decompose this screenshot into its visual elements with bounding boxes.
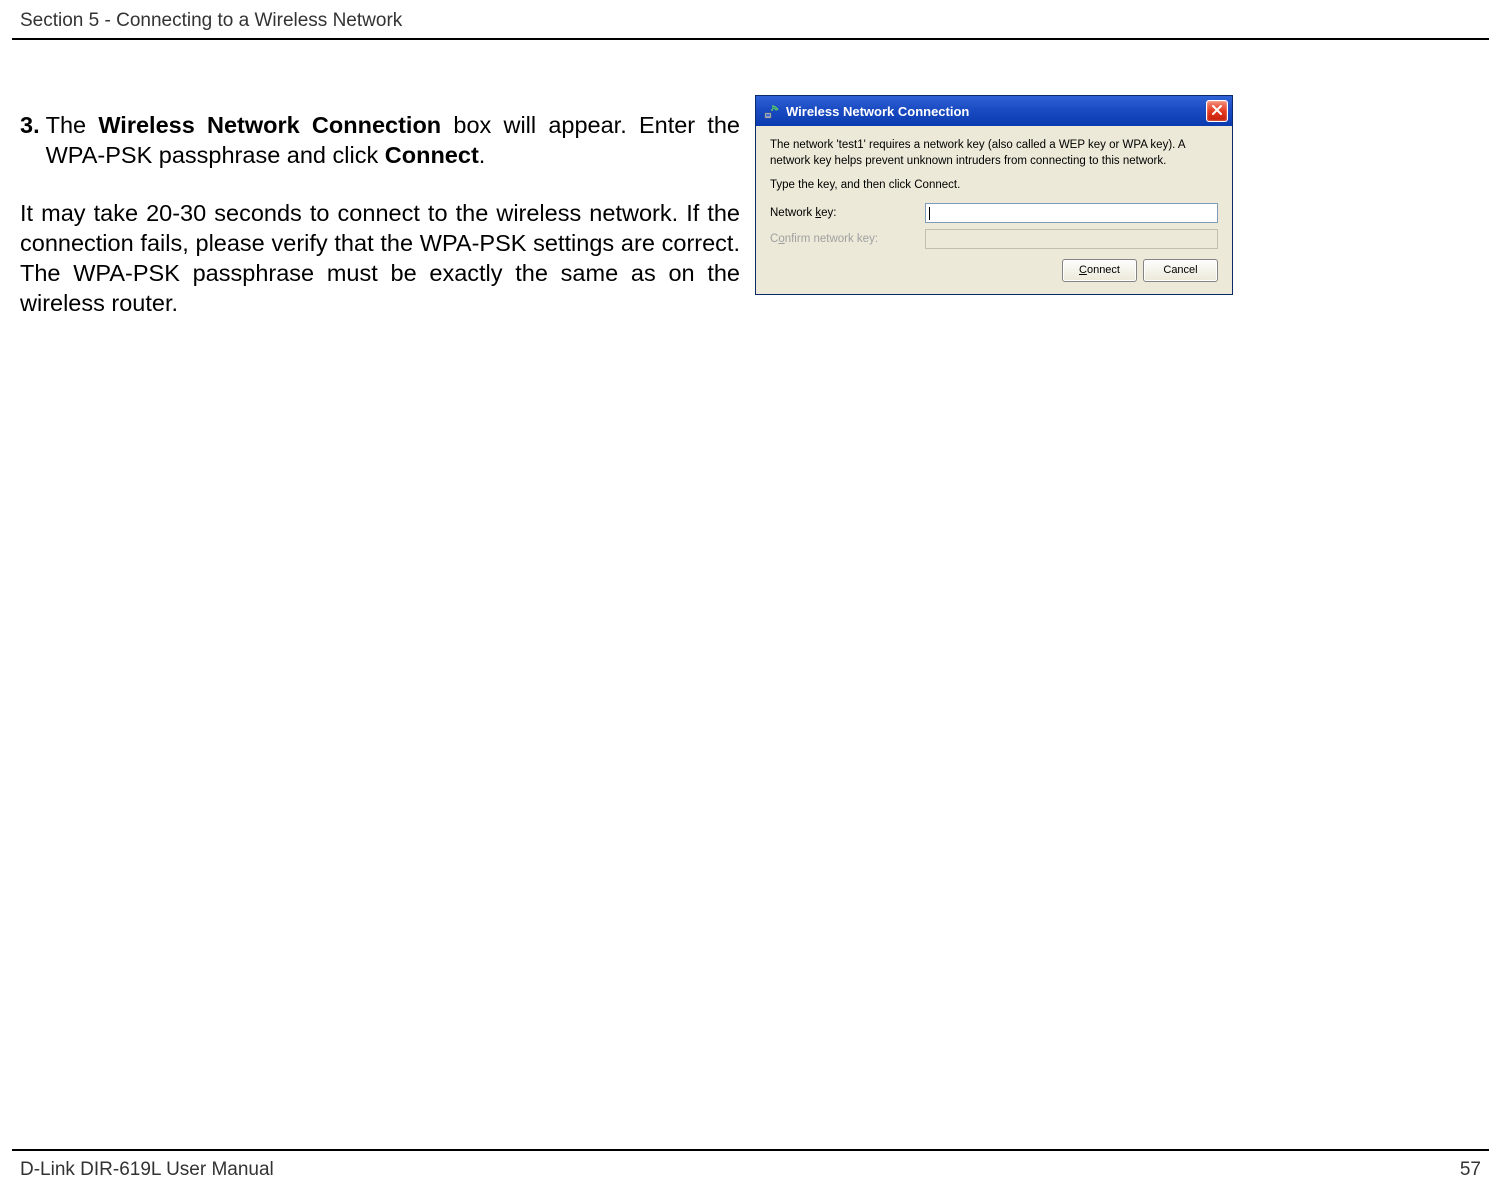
network-key-label: Network key: (770, 207, 925, 219)
confirm-key-label: Confirm network key: (770, 233, 925, 245)
label-pre: Network (770, 207, 815, 219)
page-footer: D-Link DIR-619L User Manual 57 (20, 1159, 1481, 1181)
footer-divider (12, 1149, 1489, 1151)
step-text-post: . (479, 142, 486, 168)
section-title: Section 5 - Connecting to a Wireless Net… (20, 10, 402, 31)
dialog-message-1: The network 'test1' requires a network k… (770, 138, 1218, 169)
network-key-input[interactable] (925, 203, 1218, 223)
wireless-connection-dialog: Wireless Network Connection The network … (755, 95, 1233, 295)
step-number: 3. (20, 110, 40, 170)
connect-button[interactable]: Connect (1062, 259, 1137, 282)
confirm-key-row: Confirm network key: (770, 229, 1218, 249)
manual-name: D-Link DIR-619L User Manual (20, 1159, 274, 1181)
dialog-message-2: Type the key, and then click Connect. (770, 179, 1218, 191)
wireless-icon (764, 103, 780, 119)
confirm-key-input (925, 229, 1218, 249)
connect-rest: onnect (1087, 264, 1120, 276)
dialog-button-row: Connect Cancel (770, 259, 1218, 282)
dialog-title: Wireless Network Connection (786, 104, 969, 119)
dialog-titlebar[interactable]: Wireless Network Connection (756, 96, 1232, 126)
page-number: 57 (1460, 1159, 1481, 1181)
network-key-row: Network key: (770, 203, 1218, 223)
step-text-pre: The (46, 112, 99, 138)
content-area: 3. The Wireless Network Connection box w… (0, 40, 1501, 318)
label-post: ey: (821, 207, 836, 219)
cancel-button[interactable]: Cancel (1143, 259, 1218, 282)
step-bold-2: Connect (385, 142, 479, 168)
dialog-body: The network 'test1' requires a network k… (756, 126, 1232, 294)
instruction-block: 3. The Wireless Network Connection box w… (20, 110, 740, 318)
confirm-post: nfirm network key: (785, 233, 878, 245)
titlebar-left: Wireless Network Connection (764, 103, 969, 119)
paragraph-2: It may take 20-30 seconds to connect to … (20, 198, 740, 318)
page-header: Section 5 - Connecting to a Wireless Net… (0, 0, 1501, 38)
step-3: 3. The Wireless Network Connection box w… (20, 110, 740, 170)
step-text: The Wireless Network Connection box will… (46, 110, 740, 170)
close-icon (1211, 104, 1223, 119)
connect-mnemonic: C (1079, 264, 1087, 276)
close-button[interactable] (1206, 100, 1228, 122)
step-bold-1: Wireless Network Connection (98, 112, 441, 138)
text-cursor (929, 207, 930, 220)
